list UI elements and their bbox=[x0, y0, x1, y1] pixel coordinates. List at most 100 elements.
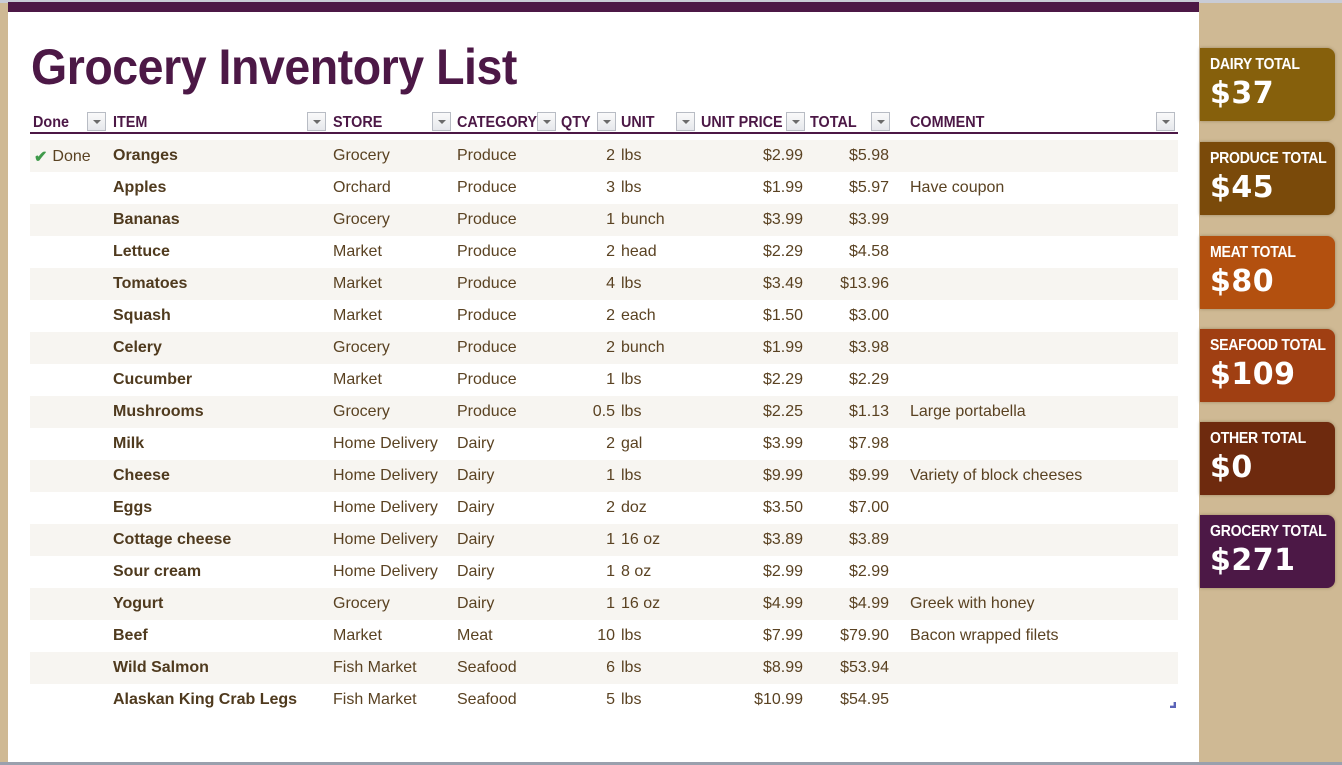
item-cell[interactable]: Bananas bbox=[113, 211, 180, 229]
store-cell[interactable]: Orchard bbox=[333, 179, 391, 197]
store-cell[interactable]: Market bbox=[333, 243, 382, 261]
store-cell[interactable]: Home Delivery bbox=[333, 435, 438, 453]
store-cell[interactable]: Fish Market bbox=[333, 659, 417, 677]
item-cell[interactable]: Oranges bbox=[113, 147, 178, 165]
unit-price-cell[interactable]: $2.29 bbox=[710, 371, 803, 389]
table-row[interactable]: Beef Market Meat 10 lbs $7.99 $79.90 Bacon wrap… bbox=[30, 620, 1178, 652]
category-cell[interactable]: Dairy bbox=[457, 499, 494, 517]
table-row[interactable]: Tomatoes Market Produce 4 lbs $3.49 $13.96 bbox=[30, 268, 1178, 300]
total-cell[interactable]: $7.00 bbox=[810, 499, 889, 517]
table-row[interactable]: Sour cream Home Delivery Dairy 1 8 oz $2.99 $2… bbox=[30, 556, 1178, 588]
unit-cell[interactable]: lbs bbox=[621, 691, 641, 709]
store-cell[interactable]: Grocery bbox=[333, 211, 390, 229]
category-cell[interactable]: Produce bbox=[457, 211, 517, 229]
filter-dropdown-store[interactable] bbox=[432, 112, 451, 131]
category-cell[interactable]: Produce bbox=[457, 179, 517, 197]
unit-price-cell[interactable]: $7.99 bbox=[710, 627, 803, 645]
category-cell[interactable]: Dairy bbox=[457, 435, 494, 453]
category-cell[interactable]: Produce bbox=[457, 275, 517, 293]
unit-cell[interactable]: lbs bbox=[621, 275, 641, 293]
comment-cell[interactable]: Large portabella bbox=[910, 403, 1026, 421]
item-cell[interactable]: Cheese bbox=[113, 467, 170, 485]
category-cell[interactable]: Dairy bbox=[457, 563, 494, 581]
store-cell[interactable]: Market bbox=[333, 371, 382, 389]
total-cell[interactable]: $3.98 bbox=[810, 339, 889, 357]
item-cell[interactable]: Squash bbox=[113, 307, 171, 325]
done-cell[interactable]: ✔ Done bbox=[34, 147, 91, 167]
table-row[interactable]: ✔ Done Oranges Grocery Produce 2 lbs $2.99 $5.98 bbox=[30, 140, 1178, 172]
unit-cell[interactable]: 8 oz bbox=[621, 563, 651, 581]
comment-cell[interactable]: Greek with honey bbox=[910, 595, 1035, 613]
comment-cell[interactable]: Variety of block cheeses bbox=[910, 467, 1082, 485]
item-cell[interactable]: Celery bbox=[113, 339, 162, 357]
store-cell[interactable]: Market bbox=[333, 627, 382, 645]
store-cell[interactable]: Home Delivery bbox=[333, 531, 438, 549]
total-cell[interactable]: $2.99 bbox=[810, 563, 889, 581]
item-cell[interactable]: Lettuce bbox=[113, 243, 170, 261]
unit-cell[interactable]: lbs bbox=[621, 627, 641, 645]
store-cell[interactable]: Market bbox=[333, 275, 382, 293]
unit-price-cell[interactable]: $1.99 bbox=[710, 339, 803, 357]
store-cell[interactable]: Grocery bbox=[333, 595, 390, 613]
unit-price-cell[interactable]: $4.99 bbox=[710, 595, 803, 613]
store-cell[interactable]: Market bbox=[333, 307, 382, 325]
qty-cell[interactable]: 10 bbox=[570, 627, 615, 645]
table-row[interactable]: Celery Grocery Produce 2 bunch $1.99 $3.98 bbox=[30, 332, 1178, 364]
total-cell[interactable]: $3.00 bbox=[810, 307, 889, 325]
total-cell[interactable]: $3.99 bbox=[810, 211, 889, 229]
category-cell[interactable]: Dairy bbox=[457, 595, 494, 613]
unit-price-cell[interactable]: $1.50 bbox=[710, 307, 803, 325]
table-row[interactable]: Cottage cheese Home Delivery Dairy 1 16 oz $3… bbox=[30, 524, 1178, 556]
category-cell[interactable]: Produce bbox=[457, 307, 517, 325]
unit-cell[interactable]: bunch bbox=[621, 339, 665, 357]
unit-cell[interactable]: 16 oz bbox=[621, 531, 660, 549]
category-cell[interactable]: Seafood bbox=[457, 691, 517, 709]
total-cell[interactable]: $13.96 bbox=[810, 275, 889, 293]
unit-cell[interactable]: lbs bbox=[621, 371, 641, 389]
unit-cell[interactable]: lbs bbox=[621, 467, 641, 485]
unit-price-cell[interactable]: $3.89 bbox=[710, 531, 803, 549]
unit-cell[interactable]: lbs bbox=[621, 179, 641, 197]
item-cell[interactable]: Wild Salmon bbox=[113, 659, 209, 677]
total-cell[interactable]: $5.97 bbox=[810, 179, 889, 197]
table-row[interactable]: Wild Salmon Fish Market Seafood 6 lbs $8.99 $5… bbox=[30, 652, 1178, 684]
store-cell[interactable]: Grocery bbox=[333, 147, 390, 165]
qty-cell[interactable]: 2 bbox=[570, 499, 615, 517]
item-cell[interactable]: Yogurt bbox=[113, 595, 163, 613]
qty-cell[interactable]: 1 bbox=[570, 595, 615, 613]
qty-cell[interactable]: 6 bbox=[570, 659, 615, 677]
table-row[interactable]: Lettuce Market Produce 2 head $2.29 $4.58 bbox=[30, 236, 1178, 268]
table-row[interactable]: Yogurt Grocery Dairy 1 16 oz $4.99 $4.99 Greek … bbox=[30, 588, 1178, 620]
item-cell[interactable]: Cottage cheese bbox=[113, 531, 231, 549]
filter-dropdown-unit[interactable] bbox=[676, 112, 695, 131]
table-row[interactable]: Apples Orchard Produce 3 lbs $1.99 $5.97 Have c… bbox=[30, 172, 1178, 204]
unit-cell[interactable]: each bbox=[621, 307, 656, 325]
total-cell[interactable]: $5.98 bbox=[810, 147, 889, 165]
unit-price-cell[interactable]: $2.29 bbox=[710, 243, 803, 261]
unit-cell[interactable]: lbs bbox=[621, 147, 641, 165]
unit-price-cell[interactable]: $9.99 bbox=[710, 467, 803, 485]
filter-dropdown-category[interactable] bbox=[537, 112, 556, 131]
item-cell[interactable]: Tomatoes bbox=[113, 275, 187, 293]
qty-cell[interactable]: 3 bbox=[570, 179, 615, 197]
total-cell[interactable]: $4.99 bbox=[810, 595, 889, 613]
filter-dropdown-qty[interactable] bbox=[597, 112, 616, 131]
category-cell[interactable]: Produce bbox=[457, 339, 517, 357]
category-cell[interactable]: Meat bbox=[457, 627, 493, 645]
filter-dropdown-done[interactable] bbox=[87, 112, 106, 131]
item-cell[interactable]: Beef bbox=[113, 627, 148, 645]
table-row[interactable]: Alaskan King Crab Legs Fish Market Seafood… bbox=[30, 684, 1178, 716]
unit-cell[interactable]: gal bbox=[621, 435, 642, 453]
item-cell[interactable]: Sour cream bbox=[113, 563, 201, 581]
unit-cell[interactable]: doz bbox=[621, 499, 647, 517]
category-cell[interactable]: Dairy bbox=[457, 467, 494, 485]
qty-cell[interactable]: 2 bbox=[570, 243, 615, 261]
filter-dropdown-item[interactable] bbox=[307, 112, 326, 131]
unit-price-cell[interactable]: $3.50 bbox=[710, 499, 803, 517]
unit-cell[interactable]: lbs bbox=[621, 659, 641, 677]
qty-cell[interactable]: 1 bbox=[570, 531, 615, 549]
store-cell[interactable]: Home Delivery bbox=[333, 563, 438, 581]
item-cell[interactable]: Eggs bbox=[113, 499, 152, 517]
unit-price-cell[interactable]: $8.99 bbox=[710, 659, 803, 677]
category-cell[interactable]: Produce bbox=[457, 147, 517, 165]
